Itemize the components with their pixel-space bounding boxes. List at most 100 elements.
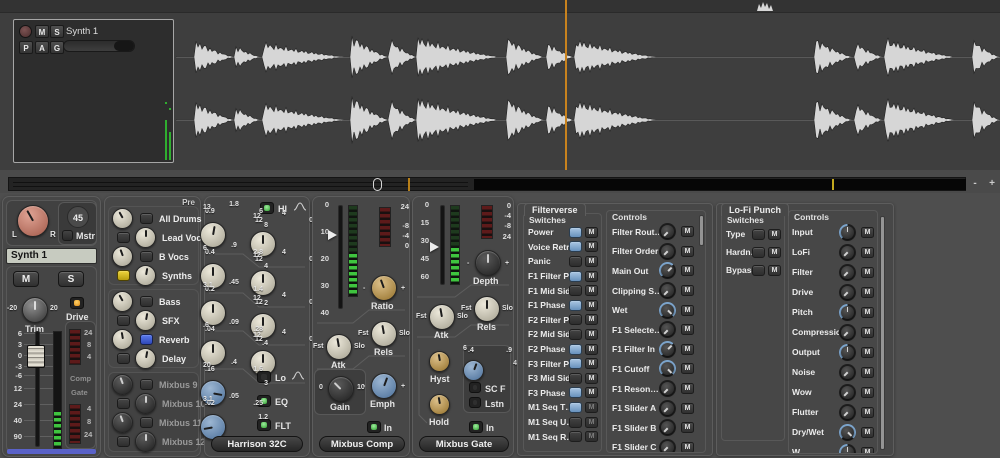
send-enable-button[interactable] [140, 251, 153, 262]
switch-toggle[interactable] [752, 247, 765, 258]
midi-map-button[interactable]: M [861, 307, 874, 318]
control-knob[interactable] [839, 264, 856, 281]
gate-threshold-pointer[interactable] [430, 242, 439, 252]
midi-map-button[interactable]: M [681, 246, 694, 257]
midi-map-button[interactable]: M [861, 287, 874, 298]
controls-scrollbar[interactable] [699, 215, 704, 246]
midi-map-button[interactable]: M [681, 285, 694, 296]
emph-knob[interactable] [371, 373, 397, 399]
trim-knob[interactable] [22, 297, 48, 323]
sc-filter-knob[interactable] [463, 360, 484, 381]
control-knob[interactable] [839, 304, 856, 321]
send-level-knob[interactable] [135, 265, 156, 286]
send-level-knob[interactable] [135, 431, 156, 452]
lofi-punch-tab[interactable]: Lo-Fi Punch [721, 203, 789, 216]
midi-map-button[interactable]: M [585, 373, 598, 384]
track-solo-button[interactable]: S [50, 25, 64, 38]
midi-map-button[interactable]: M [585, 402, 598, 413]
gate-plugin-button[interactable]: Mixbus Gate [419, 436, 509, 452]
midi-map-button[interactable]: M [861, 407, 874, 418]
midi-map-button[interactable]: M [681, 226, 694, 237]
midi-map-button[interactable]: M [861, 267, 874, 278]
track-playlist-button[interactable]: P [19, 41, 33, 54]
switch-toggle[interactable] [569, 387, 582, 398]
gain-fader-handle[interactable] [27, 345, 45, 368]
switch-toggle[interactable] [752, 265, 765, 276]
comp-plugin-button[interactable]: Mixbus Comp [319, 436, 405, 452]
midi-map-button[interactable]: M [681, 265, 694, 276]
midi-map-button[interactable]: M [585, 285, 598, 296]
midi-map-button[interactable]: M [768, 229, 781, 240]
ratio-knob[interactable] [371, 275, 397, 301]
midi-map-button[interactable]: M [585, 329, 598, 340]
comp-release-knob[interactable] [371, 321, 397, 347]
flt-in-led-button[interactable] [257, 419, 271, 431]
midi-map-button[interactable]: M [585, 227, 598, 238]
switch-toggle[interactable] [569, 417, 582, 428]
send-level-knob[interactable] [112, 412, 133, 433]
track-header[interactable]: M S Synth 1 P A G [13, 19, 174, 163]
send-level-knob[interactable] [135, 393, 156, 414]
strip-mute-button[interactable]: M [13, 271, 39, 287]
controls-scrollbar[interactable] [880, 216, 885, 450]
switch-toggle[interactable] [569, 402, 582, 413]
send-level-knob[interactable] [135, 348, 156, 369]
track-group-button[interactable]: G [50, 41, 64, 54]
midi-map-button[interactable]: M [585, 314, 598, 325]
send-level-knob[interactable] [135, 227, 156, 248]
midi-map-button[interactable]: M [681, 403, 694, 414]
send-level-knob[interactable] [135, 310, 156, 331]
hold-knob[interactable] [429, 394, 450, 415]
eq-plugin-button[interactable]: Harrison 32C [211, 436, 303, 452]
control-knob[interactable] [659, 262, 676, 279]
midi-map-button[interactable]: M [585, 271, 598, 282]
control-knob[interactable] [839, 424, 856, 441]
send-enable-button[interactable] [117, 270, 130, 281]
switch-toggle[interactable] [569, 300, 582, 311]
track-automation-button[interactable]: A [35, 41, 49, 54]
control-knob[interactable] [839, 344, 856, 361]
send-level-knob[interactable] [112, 246, 133, 267]
mstr-checkbox[interactable] [62, 230, 73, 241]
comp-threshold-pointer[interactable] [328, 230, 337, 240]
control-knob[interactable] [659, 380, 676, 397]
send-level-knob[interactable] [112, 374, 133, 395]
audio-region-lane2[interactable] [176, 88, 1000, 152]
slider-handle[interactable] [114, 41, 134, 51]
switch-toggle[interactable] [569, 241, 582, 252]
control-knob[interactable] [659, 302, 676, 319]
midi-map-button[interactable]: M [861, 347, 874, 358]
zoom-out-button[interactable]: - [968, 179, 982, 190]
gate-attack-knob[interactable] [429, 304, 455, 330]
comp-in-led-button[interactable] [367, 421, 381, 433]
control-knob[interactable] [659, 360, 676, 377]
depth-knob[interactable] [475, 250, 501, 276]
filterverse-tab[interactable]: Filterverse [524, 203, 586, 216]
send-level-knob[interactable] [112, 208, 133, 229]
send-enable-button[interactable] [117, 353, 130, 364]
switch-toggle[interactable] [569, 285, 582, 296]
control-knob[interactable] [659, 341, 676, 358]
midi-map-button[interactable]: M [861, 247, 874, 258]
midi-map-button[interactable]: M [681, 305, 694, 316]
control-knob[interactable] [839, 224, 856, 241]
control-knob[interactable] [839, 244, 856, 261]
gate-threshold-track[interactable] [440, 205, 445, 285]
strip-name-field[interactable]: Synth 1 [6, 248, 97, 264]
midi-map-button[interactable]: M [861, 447, 874, 455]
midi-map-button[interactable]: M [585, 344, 598, 355]
switch-toggle[interactable] [569, 358, 582, 369]
switch-toggle[interactable] [569, 329, 582, 340]
switch-toggle[interactable] [569, 256, 582, 267]
audio-region-lane1[interactable] [176, 25, 1000, 89]
switch-toggle[interactable] [569, 227, 582, 238]
track-gain-slider[interactable] [63, 40, 135, 52]
pan-knob[interactable] [17, 205, 49, 237]
strip-solo-button[interactable]: S [58, 271, 84, 287]
midi-map-button[interactable]: M [861, 427, 874, 438]
midi-map-button[interactable]: M [861, 327, 874, 338]
midi-map-button[interactable]: M [585, 387, 598, 398]
switch-toggle[interactable] [569, 271, 582, 282]
control-knob[interactable] [839, 384, 856, 401]
scf-led-button[interactable] [469, 382, 481, 393]
